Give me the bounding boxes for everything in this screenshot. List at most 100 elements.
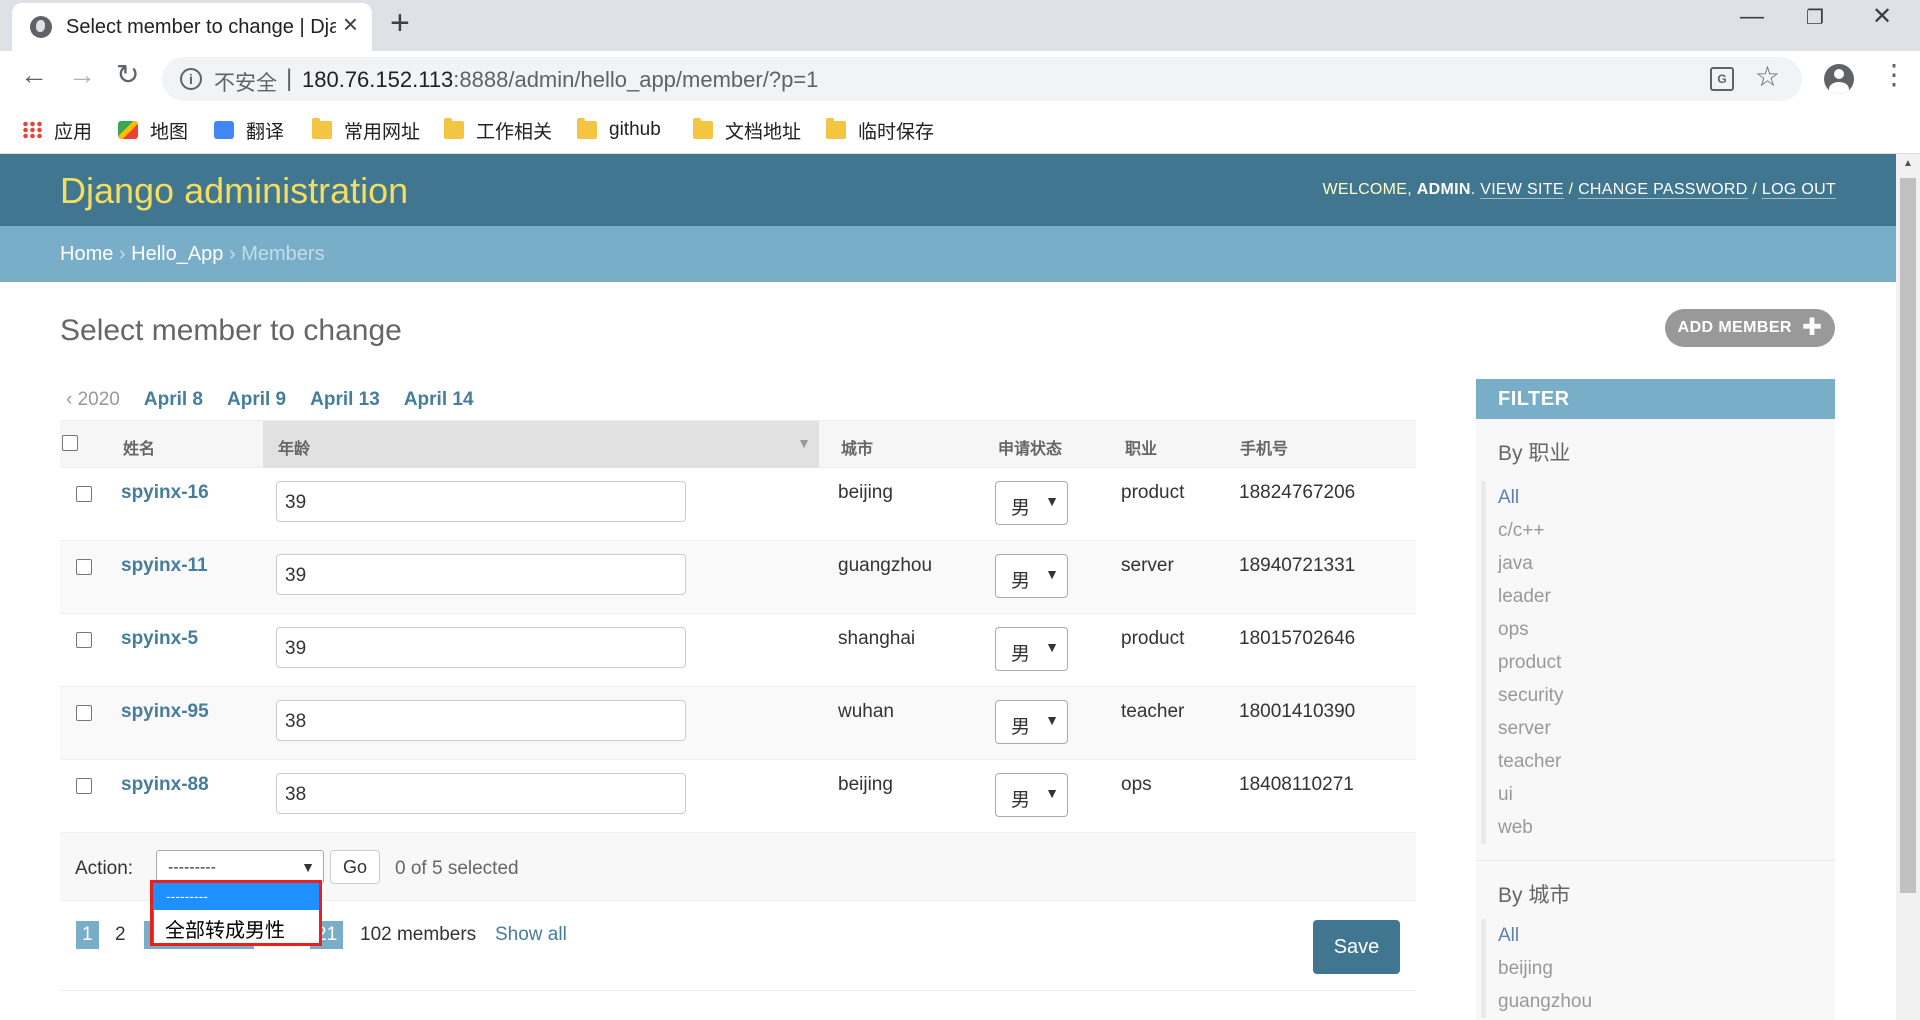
filter-item[interactable]: c/c++ <box>1486 514 1835 547</box>
bookmark-folder-work[interactable]: 工作相关 <box>444 115 552 145</box>
bookmark-folder-docs[interactable]: 文档地址 <box>693 115 801 145</box>
age-input[interactable]: 38 <box>276 773 686 814</box>
member-link[interactable]: spyinx-95 <box>121 701 209 723</box>
status-select[interactable]: 男 ▼ <box>995 627 1068 671</box>
filter-item[interactable]: All <box>1486 919 1835 952</box>
row-checkbox[interactable] <box>76 632 92 648</box>
browser-tab[interactable]: Select member to change | Django × <box>12 3 372 51</box>
action-select[interactable]: --------- ▼ <box>156 850 324 884</box>
date-link[interactable]: April 14 <box>404 389 474 411</box>
minimize-icon[interactable]: — <box>1740 5 1764 29</box>
filter-item[interactable]: security <box>1486 679 1835 712</box>
date-back-link[interactable]: ‹ 2020 <box>66 389 120 411</box>
window-close-icon[interactable]: ✕ <box>1872 5 1892 29</box>
bookmark-translate[interactable]: 翻译 <box>214 115 284 145</box>
show-all-link[interactable]: Show all <box>495 924 567 946</box>
address-bar[interactable]: i 不安全 | 180.76.152.113:8888/admin/hello_… <box>162 57 1802 101</box>
filter-item[interactable]: All <box>1486 481 1835 514</box>
column-header-city[interactable]: 城市 <box>841 435 873 459</box>
row-checkbox[interactable] <box>76 559 92 575</box>
column-header-phone[interactable]: 手机号 <box>1240 435 1288 459</box>
sorted-column-header[interactable]: ▼ <box>263 421 819 468</box>
filter-item[interactable]: web <box>1486 811 1835 844</box>
bookmark-folder-temp[interactable]: 临时保存 <box>826 115 934 145</box>
view-site-link[interactable]: VIEW SITE <box>1480 181 1564 199</box>
dropdown-arrow-icon: ▼ <box>1045 566 1059 582</box>
info-icon[interactable]: i <box>180 68 202 90</box>
bookmark-maps[interactable]: 地图 <box>118 115 188 145</box>
row-checkbox[interactable] <box>76 486 92 502</box>
page-link[interactable]: 2 <box>109 921 132 949</box>
profile-avatar-icon[interactable] <box>1824 64 1854 94</box>
age-input[interactable]: 39 <box>276 627 686 668</box>
date-hierarchy: ‹ 2020 April 8 April 9 April 13 April 14 <box>66 389 474 411</box>
translate-page-icon[interactable]: G <box>1710 67 1734 91</box>
reload-icon[interactable]: ↻ <box>116 61 139 89</box>
filter-item[interactable]: java <box>1486 547 1835 580</box>
member-link[interactable]: spyinx-16 <box>121 482 209 504</box>
date-link[interactable]: April 8 <box>144 389 203 411</box>
age-input[interactable]: 39 <box>276 554 686 595</box>
logout-link[interactable]: LOG OUT <box>1761 181 1836 199</box>
row-checkbox[interactable] <box>76 705 92 721</box>
date-link[interactable]: April 9 <box>227 389 286 411</box>
filter-item[interactable]: leader <box>1486 580 1835 613</box>
new-tab-icon[interactable]: + <box>390 6 410 40</box>
filter-item[interactable]: beijing <box>1486 952 1835 985</box>
age-input[interactable]: 39 <box>276 481 686 522</box>
restore-icon[interactable]: ❐ <box>1806 8 1824 28</box>
breadcrumb-app[interactable]: Hello_App <box>131 243 223 265</box>
column-header-job[interactable]: 职业 <box>1125 435 1157 459</box>
page-scrollbar[interactable]: ▲ <box>1896 154 1920 1020</box>
job-cell: ops <box>1121 774 1152 795</box>
go-button[interactable]: Go <box>330 850 380 884</box>
changelist-filter: FILTER By 职业 All c/c++ java leader ops p… <box>1476 379 1835 1020</box>
change-password-link[interactable]: CHANGE PASSWORD <box>1578 181 1748 199</box>
browser-tab-strip: Select member to change | Django × + — ❐… <box>0 0 1920 51</box>
select-all-checkbox[interactable] <box>62 435 78 451</box>
breadcrumb-home[interactable]: Home <box>60 243 113 265</box>
selection-counter: 0 of 5 selected <box>395 858 519 879</box>
bookmark-folder-github[interactable]: github <box>577 115 661 145</box>
bookmark-folder-common[interactable]: 常用网址 <box>312 115 420 145</box>
city-cell: beijing <box>838 482 893 503</box>
status-select[interactable]: 男 ▼ <box>995 773 1068 817</box>
status-select[interactable]: 男 ▼ <box>995 481 1068 525</box>
member-link[interactable]: spyinx-5 <box>121 628 198 650</box>
back-icon[interactable]: ← <box>20 61 48 89</box>
dropdown-arrow-icon: ▼ <box>1045 639 1059 655</box>
scrollbar-thumb[interactable] <box>1900 178 1916 893</box>
scroll-up-icon[interactable]: ▲ <box>1903 158 1913 169</box>
insecure-label: 不安全 <box>214 72 277 95</box>
status-select[interactable]: 男 ▼ <box>995 554 1068 598</box>
member-link[interactable]: spyinx-88 <box>121 774 209 796</box>
bookmark-apps[interactable]: 应用 <box>22 115 92 145</box>
dropdown-arrow-icon: ▼ <box>1045 712 1059 728</box>
column-header-status[interactable]: 申请状态 <box>998 435 1062 459</box>
site-branding[interactable]: Django administration <box>60 170 408 212</box>
tab-close-icon[interactable]: × <box>343 11 358 37</box>
filter-item[interactable]: product <box>1486 646 1835 679</box>
url-text[interactable]: 180.76.152.113:8888/admin/hello_app/memb… <box>302 67 818 93</box>
add-member-button[interactable]: ADD MEMBER ✚ <box>1665 309 1835 347</box>
username: ADMIN <box>1416 181 1471 198</box>
age-input[interactable]: 38 <box>276 700 686 741</box>
browser-toolbar: ← → ↻ i 不安全 | 180.76.152.113:8888/admin/… <box>0 51 1920 107</box>
filter-item[interactable]: ops <box>1486 613 1835 646</box>
filter-item[interactable]: guangzhou <box>1486 985 1835 1018</box>
row-checkbox[interactable] <box>76 778 92 794</box>
column-header-age[interactable]: 年龄 <box>278 435 310 459</box>
browser-menu-icon[interactable]: ⋮ <box>1880 61 1908 89</box>
save-button[interactable]: Save <box>1313 920 1400 974</box>
bookmark-star-icon[interactable]: ☆ <box>1755 63 1780 91</box>
city-cell: wuhan <box>838 701 894 722</box>
member-link[interactable]: spyinx-11 <box>121 555 208 577</box>
status-select[interactable]: 男 ▼ <box>995 700 1068 744</box>
column-header-name[interactable]: 姓名 <box>123 435 155 459</box>
sort-desc-icon[interactable]: ▼ <box>797 435 811 451</box>
filter-item[interactable]: server <box>1486 712 1835 745</box>
forward-icon[interactable]: → <box>68 61 96 89</box>
date-link[interactable]: April 13 <box>310 389 380 411</box>
filter-item[interactable]: ui <box>1486 778 1835 811</box>
filter-item[interactable]: teacher <box>1486 745 1835 778</box>
